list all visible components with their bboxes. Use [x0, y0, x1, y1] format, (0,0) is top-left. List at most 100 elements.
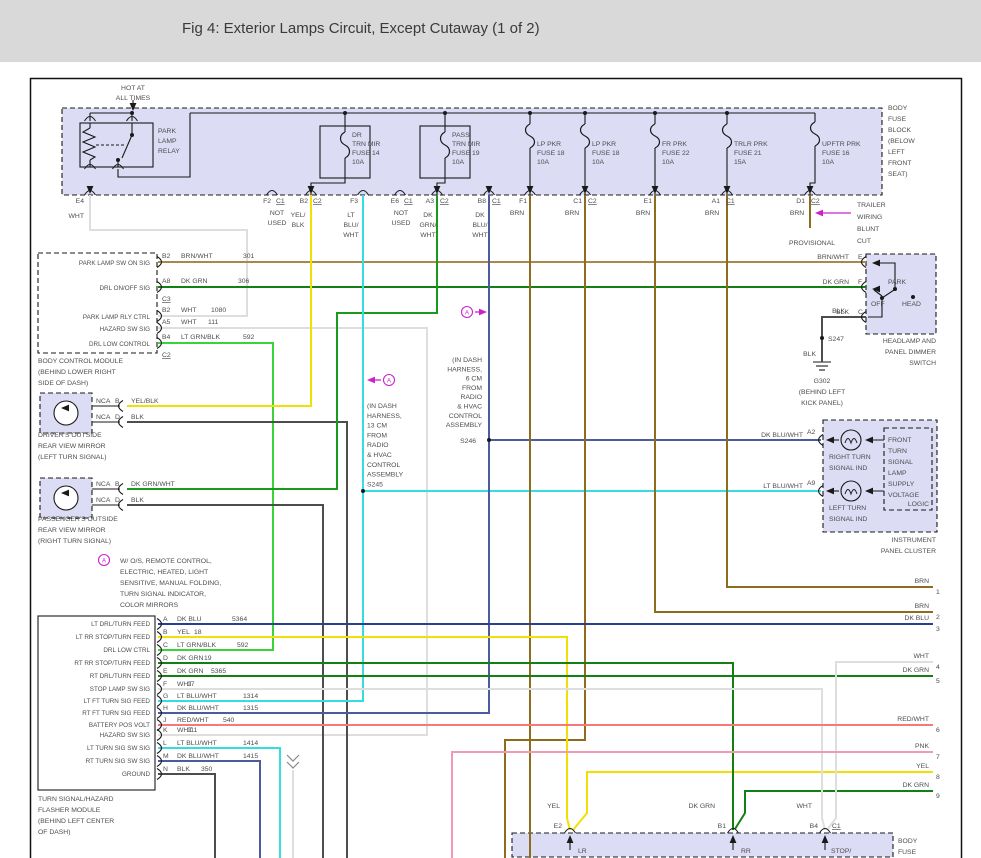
label-bcm.pins.3.circuit: 111	[208, 319, 219, 326]
label-fuse_block.terminals.b8_wire.1: BLU/	[472, 222, 487, 229]
label-splices.s245.6: CONTROL	[367, 462, 400, 469]
label-cluster.caption.0: INSTRUMENT	[891, 537, 936, 544]
label-fuse_block.terminals.f3_wire.0: LT	[347, 212, 354, 219]
label-splices.s246.6: CONTROL	[449, 413, 482, 420]
label-bottom_block.c1: C1	[832, 823, 841, 830]
label-flasher.pins.12.label: GROUND	[122, 771, 150, 778]
label-mirrors.driver.nca_d: NCA	[96, 414, 111, 421]
label-flasher.pins.2.label: DRL LOW CTRL	[103, 647, 150, 654]
label-flasher.pins.8.wire: RED/WHT	[177, 717, 209, 724]
label-exits.7.wire: YEL	[916, 763, 929, 770]
wire-break-symbol	[286, 754, 300, 769]
label-flasher.caption.1: FLASHER MODULE	[38, 807, 101, 814]
label-bcm.pins.0.wire: BRN/WHT	[181, 253, 213, 260]
label-splices.s246.4: RADIO	[460, 394, 482, 401]
label-fuse_block.terminals.c1_wire: BRN	[565, 210, 579, 217]
label-cluster.logic_box.3: LAMP	[888, 470, 907, 477]
label-fuse_block.fuses.4.0: FR PRK	[662, 141, 687, 148]
label-fuse_block.terminals.e1: E1	[644, 198, 653, 205]
label-cluster.caption.1: PANEL CLUSTER	[881, 548, 936, 555]
label-flasher.pins.10.circuit: 1414	[243, 740, 258, 747]
label-flasher.pins.8.circuit: 540	[223, 717, 235, 724]
label-flasher.pins.3.circuit: 19	[204, 655, 212, 662]
label-mirrors.driver.caption.1: REAR VIEW MIRROR	[38, 443, 106, 450]
label-bcm.pins.3.label: HAZARD SW SIG	[100, 326, 150, 333]
label-headlamp_switch.caption.2: SWITCH	[909, 360, 936, 367]
label-bcm.conn_c3: C3	[162, 296, 171, 303]
label-bcm.conn_c2: C2	[162, 352, 171, 359]
label-fuse_block.terminals.a3_wire.0: DK	[423, 212, 433, 219]
junction-dot	[130, 111, 134, 115]
junction-dot	[130, 133, 134, 137]
label-mirrors.passenger.b: B	[115, 481, 120, 488]
label-bcm.pins.4.circuit: 592	[243, 334, 255, 341]
label-splices.s246.3: FROM	[462, 385, 482, 392]
label-mirrors.note_a.1: ELECTRIC, HEATED, LIGHT	[120, 569, 208, 576]
label-fuse_block.fuses.0.3: 10A	[352, 159, 365, 166]
label-fuse_block.terminals.e6_note.1: USED	[392, 220, 411, 227]
label-fuse_block.terminals.b2_wire.0: YEL/	[291, 212, 306, 219]
label-mirrors.passenger.nca_d: NCA	[96, 497, 111, 504]
label-fuse_block.terminals.a1_wire: BRN	[705, 210, 719, 217]
label-fuse_block.fuses.5.2: 15A	[734, 159, 747, 166]
label-mirrors.driver.caption.0: DRIVER'S OUTSIDE	[38, 432, 102, 439]
label-flasher.pins.12.circuit: 350	[201, 766, 213, 773]
label-splices.s245.3: FROM	[367, 432, 387, 439]
label-bcm.pins.2.label: PARK LAMP RLY CTRL	[83, 314, 151, 321]
label-bcm.pins.0.pin: B2	[162, 253, 171, 260]
junction-dot	[528, 111, 532, 115]
label-fuse_block.side_label.1: FUSE	[888, 116, 907, 123]
label-splices.g302_caption.0: (BEHIND LEFT	[799, 389, 845, 396]
label-fuse_block.terminals.b2_wire.1: BLK	[292, 222, 305, 229]
label-cluster.wire_a2: DK BLU/WHT	[761, 432, 803, 439]
label-splices.s245.2: 13 CM	[367, 423, 387, 430]
label-mirrors.passenger.caption.2: (RIGHT TURN SIGNAL)	[38, 538, 111, 545]
label-exits.1.num: 2	[936, 614, 940, 621]
label-bottom_block.b1: B1	[718, 823, 727, 830]
label-flasher.caption.3: OF DASH)	[38, 829, 70, 836]
label-flasher.pins.9.label: HAZARD SW SIG	[100, 732, 150, 739]
label-fuse_block.terminals.a3_wire.1: GRN/	[420, 222, 437, 229]
junction-dot	[653, 111, 657, 115]
label-fuse_block.terminals.a1_conn: C1	[726, 198, 735, 205]
label-splices.s247: S247	[828, 336, 844, 343]
label-fuse_block.terminals.f3_wire.2: WHT	[343, 232, 358, 239]
note-a-ref-1-letter: A	[387, 378, 391, 384]
label-flasher.pins.4.wire: DK GRN	[177, 668, 204, 675]
label-cluster.right_ind.0: RIGHT TURN	[829, 454, 871, 461]
label-fuse_block.fuses.3.2: 10A	[592, 159, 605, 166]
label-fuse_block.fuses.1.3: 10A	[452, 159, 465, 166]
label-bcm.caption.0: BODY CONTROL MODULE	[38, 358, 123, 365]
label-exits.5.num: 6	[936, 727, 940, 734]
label-bcm.pins.0.circuit: 301	[243, 253, 255, 260]
label-fuse_block.terminals.a3_conn: C2	[440, 198, 449, 205]
label-bottom_block.lr: LR	[578, 848, 587, 855]
label-fuse_block.terminals.f3_wire.1: BLU/	[343, 222, 358, 229]
label-exits.1.wire: BRN	[915, 603, 929, 610]
arrowhead	[479, 308, 487, 316]
label-flasher.pins.6.pin: G	[163, 693, 168, 700]
label-bcm.pins.2.pin: B2	[162, 307, 171, 314]
label-bcm.pins.4.label: DRL LOW CONTROL	[89, 341, 150, 348]
label-fuse_block.fuses.3.0: LP PKR	[592, 141, 616, 148]
label-fuse_block.provisional: PROVISIONAL	[789, 240, 835, 247]
label-flasher.pins.1.pin: B	[163, 629, 168, 636]
wire-blk-350	[158, 773, 216, 858]
label-fuse_block.hot.1: ALL TIMES	[116, 95, 151, 102]
label-fuse_block.fuses.4.2: 10A	[662, 159, 675, 166]
junction-dot	[820, 336, 824, 340]
label-exits.4.num: 5	[936, 678, 940, 685]
label-fuse_block.terminals.b8_wire.2: WHT	[472, 232, 487, 239]
label-headlamp_switch.park: PARK	[888, 279, 906, 286]
label-splices.g302_caption.1: KICK PANEL)	[801, 400, 843, 407]
label-mirrors.driver.wire_d: BLK	[131, 414, 144, 421]
label-splices.s246.1: HARNESS,	[447, 366, 482, 373]
label-flasher.pins.12.wire: BLK	[177, 766, 190, 773]
label-mirrors.note_a.2: SENSITIVE, MANUAL FOLDING,	[120, 580, 221, 587]
label-flasher.pins.1.label: LT RR STOP/TURN FEED	[76, 634, 151, 641]
wire-yel-exit8	[572, 771, 933, 831]
label-fuse_block.terminals.b8_wire.0: DK	[475, 212, 485, 219]
label-flasher.pins.3.label: RT RR STOP/TURN FEED	[74, 660, 150, 667]
label-exits.4.wire: DK GRN	[903, 667, 930, 674]
label-splices.blk2: BLK	[803, 351, 816, 358]
